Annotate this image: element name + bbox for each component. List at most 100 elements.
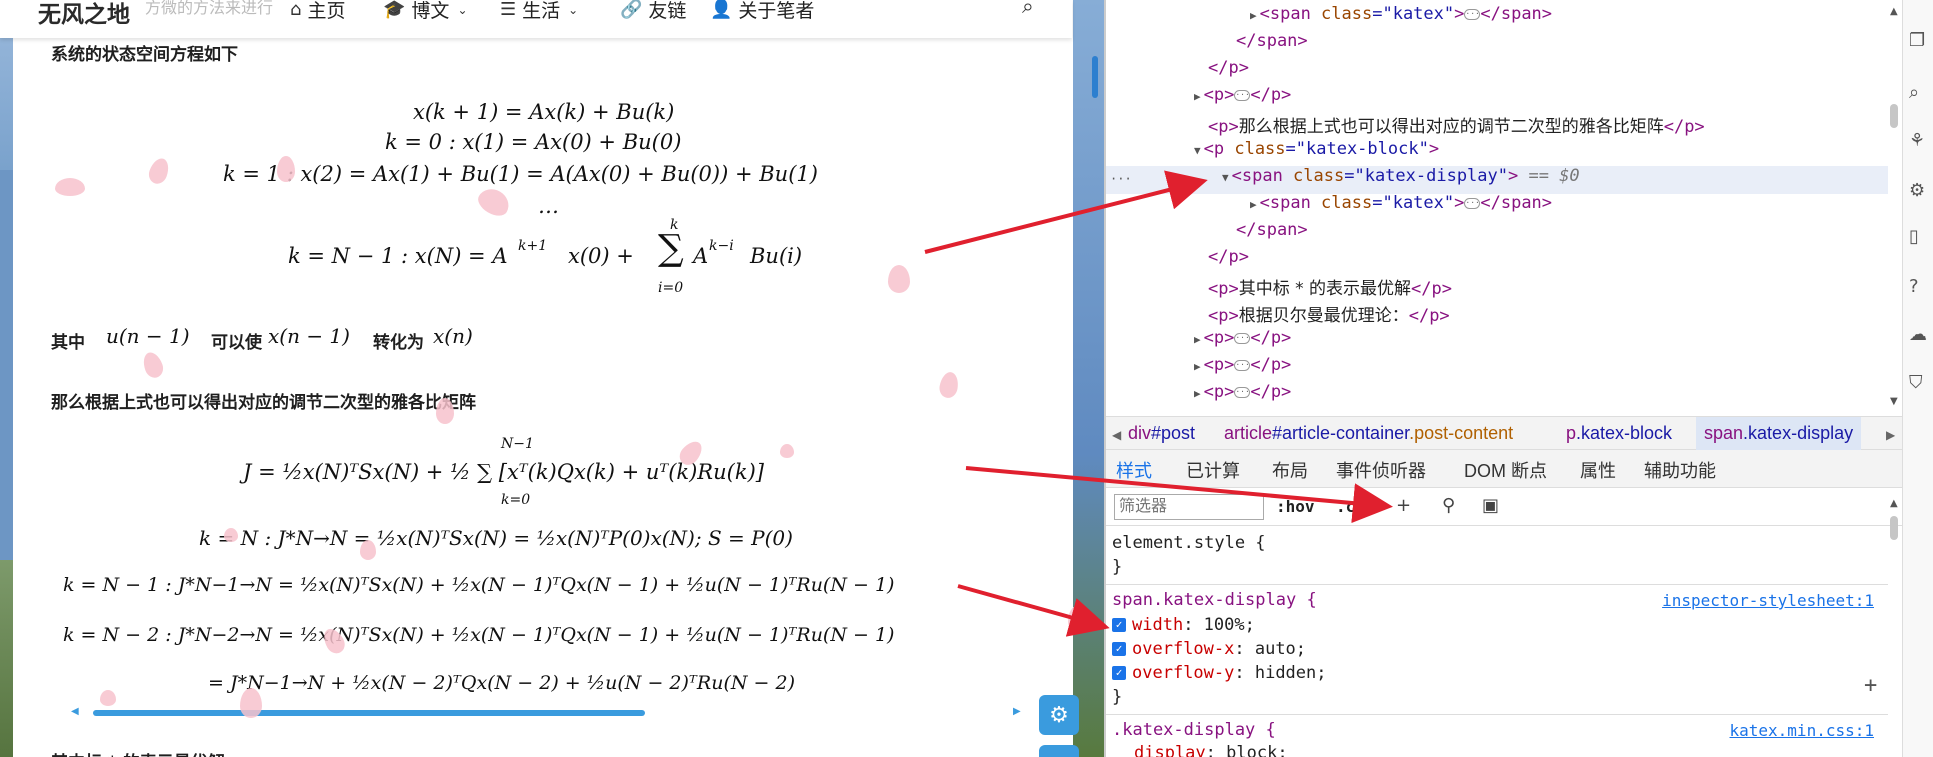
collapsed-triangle-icon[interactable]: ▶ <box>1194 90 1201 103</box>
elements-scroll-down-icon[interactable]: ▼ <box>1890 396 1898 410</box>
dom-node-row[interactable]: ▼ <p class="katex-block"> <box>1194 139 1439 159</box>
add-property-icon[interactable]: + <box>1864 673 1877 698</box>
dom-node-row[interactable]: ▶ <p>···</p> <box>1194 328 1291 348</box>
breadcrumb-scroll-right-icon[interactable]: ▶ <box>1886 428 1895 442</box>
prop-overflow-y[interactable]: ✓ overflow-y: hidden; <box>1112 663 1327 683</box>
collapsed-content-icon[interactable]: ··· <box>1234 386 1251 398</box>
faded-heading: 方微的方法来进行 <box>145 0 274 17</box>
tab-properties[interactable]: 属性 <box>1580 457 1616 483</box>
collapsed-triangle-icon[interactable]: ▶ <box>1194 333 1201 346</box>
scroll-right-arrow[interactable]: ▶ <box>1013 706 1021 717</box>
question-icon[interactable]: ? <box>1909 276 1919 297</box>
cls-toggle[interactable]: .cls <box>1336 497 1375 516</box>
tag-open: <p> <box>1203 355 1235 375</box>
tab-computed[interactable]: 已计算 <box>1186 457 1240 483</box>
nav-friends[interactable]: 🔗 友链 <box>620 0 686 23</box>
rule-source-inspector-stylesheet[interactable]: inspector-stylesheet:1 <box>1662 591 1874 610</box>
dom-node-row[interactable]: </p> <box>1208 58 1249 78</box>
collapsed-triangle-icon[interactable]: ▶ <box>1194 387 1201 400</box>
extra-floating-button[interactable] <box>1039 745 1079 757</box>
checkbox-icon[interactable]: ✓ <box>1112 618 1126 632</box>
node-text: 其中标 * 的表示最优解 <box>1238 279 1412 299</box>
expanded-triangle-icon[interactable]: ▼ <box>1222 171 1229 184</box>
collapsed-content-icon[interactable]: ··· <box>1464 197 1481 209</box>
styles-scroll-up-icon[interactable]: ▲ <box>1890 498 1898 512</box>
collapsed-content-icon[interactable]: ··· <box>1234 359 1251 371</box>
horizontal-scrollbar[interactable] <box>93 710 645 716</box>
panel-icon[interactable]: ▯ <box>1909 226 1919 247</box>
gear-icon[interactable]: ⚙ <box>1909 180 1925 201</box>
collapsed-triangle-icon[interactable]: ▶ <box>1250 9 1257 22</box>
breadcrumb-scroll-left-icon[interactable]: ◀ <box>1112 428 1121 442</box>
nav-life[interactable]: ☰ 生活 ⌄ <box>500 0 578 23</box>
rule-source-katex-css[interactable]: katex.min.css:1 <box>1730 721 1875 740</box>
breadcrumb-p[interactable]: p.katex-block <box>1566 423 1672 444</box>
collapsed-triangle-icon[interactable]: ▶ <box>1250 198 1257 211</box>
element-style-rule[interactable]: element.style { <box>1112 533 1266 553</box>
nav-posts[interactable]: 🎓 博文 ⌄ <box>383 0 468 23</box>
rule-selector-span-katex-display[interactable]: span.katex-display { <box>1112 590 1317 610</box>
tab-dom-breakpoints[interactable]: DOM 断点 <box>1464 457 1547 483</box>
site-brand[interactable]: 无风之地 <box>38 0 130 29</box>
dom-node-row[interactable]: </p> <box>1208 247 1249 267</box>
shield-icon[interactable]: ⛉ <box>1909 372 1923 393</box>
brush-icon[interactable]: ⚲ <box>1442 495 1455 516</box>
equation-ellipsis: … <box>538 194 559 218</box>
cloud-icon[interactable]: ☁ <box>1909 324 1927 345</box>
dom-node-row[interactable]: </span> <box>1236 31 1308 51</box>
paragraph-state-space: 系统的状态空间方程如下 <box>51 45 238 65</box>
dom-node-row[interactable]: ▼ <span class="katex-display"> == $0 <box>1222 166 1580 186</box>
elements-scroll-up-icon[interactable]: ▲ <box>1890 6 1898 20</box>
copy-icon[interactable]: ❐ <box>1909 30 1925 51</box>
prop-width[interactable]: ✓ width: 100%; <box>1112 615 1255 635</box>
equation-2: k = 0 : x(1) = Ax(0) + Bu(0) <box>385 130 682 154</box>
styles-toolbar: :hov .cls + ⚲ ▣ <box>1106 488 1902 526</box>
breadcrumb-article[interactable]: article#article-container.post-content <box>1224 423 1513 444</box>
tag-close-bracket: > <box>1454 4 1465 24</box>
page-vertical-scrollbar[interactable] <box>1092 56 1098 98</box>
dom-node-row[interactable]: ▶ <p>···</p> <box>1194 85 1291 105</box>
checkbox-icon[interactable]: ✓ <box>1112 642 1126 656</box>
tab-layout[interactable]: 布局 <box>1272 457 1308 483</box>
breadcrumb-span-active[interactable]: span.katex-display <box>1696 417 1862 451</box>
scroll-left-arrow[interactable]: ◀ <box>71 706 79 717</box>
attr-name: class <box>1310 193 1373 213</box>
search-icon[interactable]: ⌕ <box>1022 0 1034 19</box>
row-ellipsis-dots[interactable]: ··· <box>1110 172 1132 186</box>
prop-display[interactable]: display: block; <box>1134 743 1288 757</box>
collapsed-content-icon[interactable]: ··· <box>1234 89 1251 101</box>
hov-toggle[interactable]: :hov <box>1276 497 1315 516</box>
dom-node-row[interactable]: ▶ <span class="katex">···</span> <box>1250 4 1552 24</box>
filter-input[interactable] <box>1114 494 1264 520</box>
checkbox-icon[interactable]: ✓ <box>1112 666 1126 680</box>
elements-scrollbar-thumb[interactable] <box>1890 104 1898 128</box>
nav-home[interactable]: ⌂ 主页 <box>290 0 345 23</box>
tab-accessibility[interactable]: 辅助功能 <box>1644 457 1716 483</box>
dom-node-row[interactable]: ▶ <span class="katex">···</span> <box>1250 193 1552 213</box>
dom-node-row[interactable]: <p>其中标 * 的表示最优解</p> <box>1208 274 1452 299</box>
search-icon[interactable]: ⌕ <box>1909 82 1919 103</box>
dom-node-row[interactable]: ▶ <p>···</p> <box>1194 355 1291 375</box>
tree-icon[interactable]: ⚘ <box>1909 130 1925 151</box>
rule-selector-katex-display[interactable]: .katex-display { <box>1112 720 1276 740</box>
styles-scrollbar-thumb[interactable] <box>1890 516 1898 540</box>
collapsed-content-icon[interactable]: ··· <box>1464 8 1481 20</box>
dom-node-row[interactable]: <p>根据贝尔曼最优理论：</p> <box>1208 301 1450 326</box>
equation-5-sup-a: k+1 <box>518 238 548 254</box>
expanded-triangle-icon[interactable]: ▼ <box>1194 144 1201 157</box>
prop-overflow-x[interactable]: ✓ overflow-x: auto; <box>1112 639 1306 659</box>
sidebar-toggle-icon[interactable]: ▣ <box>1482 495 1499 516</box>
tag-open: <p> <box>1208 306 1239 326</box>
collapsed-content-icon[interactable]: ··· <box>1234 332 1251 344</box>
nav-about[interactable]: 👤 关于笔者 <box>710 0 814 23</box>
dom-node-row[interactable]: <p>那么根据上式也可以得出对应的调节二次型的雅各比矩阵</p> <box>1208 112 1705 137</box>
new-rule-icon[interactable]: + <box>1396 495 1411 516</box>
breadcrumb-div-post[interactable]: div#post <box>1128 423 1195 444</box>
attr-value: ="katex-display" <box>1344 166 1508 186</box>
settings-gear-button[interactable]: ⚙ <box>1039 695 1079 735</box>
tab-styles[interactable]: 样式 <box>1116 457 1152 492</box>
dom-node-row[interactable]: ▶ <p>···</p> <box>1194 382 1291 402</box>
tab-event-listeners[interactable]: 事件侦听器 <box>1336 457 1426 483</box>
dom-node-row[interactable]: </span> <box>1236 220 1308 240</box>
collapsed-triangle-icon[interactable]: ▶ <box>1194 360 1201 373</box>
